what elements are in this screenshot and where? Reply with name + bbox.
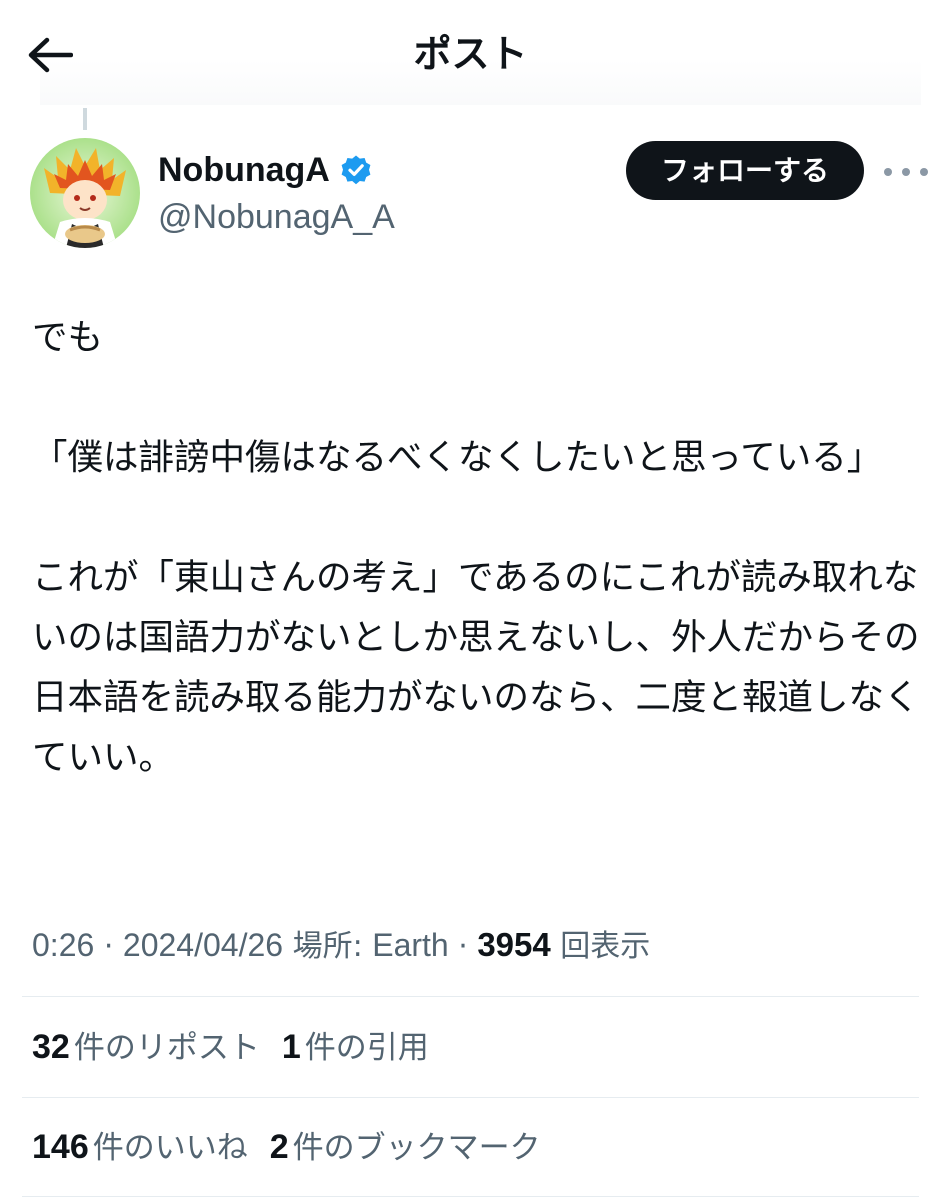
likes-stat[interactable]: 146 件のいいね [32, 1120, 248, 1175]
bookmarks-label: 件のブックマーク [292, 1130, 541, 1166]
follow-button[interactable]: フォローする [626, 141, 864, 200]
location-value: Earth [372, 927, 449, 963]
bookmarks-count: 2 [269, 1128, 289, 1166]
likes-count: 146 [32, 1128, 89, 1166]
views-label: 回表示 [550, 929, 651, 964]
author-handle[interactable]: @NobunagA_A [158, 195, 395, 239]
engagement-row-1: 32 件のリポスト 1 件の引用 [32, 1020, 451, 1075]
dot [884, 168, 892, 176]
top-bar: ポスト [0, 0, 941, 105]
likes-label: 件のいいね [92, 1130, 248, 1166]
page-title: ポスト [413, 32, 528, 76]
quotes-count: 1 [281, 1028, 301, 1066]
engagement-row-2: 146 件のいいね 2 件のブックマーク [32, 1120, 563, 1175]
quotes-stat[interactable]: 1 件の引用 [282, 1020, 429, 1075]
tweet-meta: 0:26 · 2024/04/26 場所: Earth · 3954 回表示 [32, 918, 650, 974]
avatar-illustration [30, 138, 140, 248]
author-display-name[interactable]: NobunagA [158, 148, 372, 192]
thread-connector-line [83, 108, 87, 130]
tweet-text: でも 「僕は誹謗中傷はなるべくなくしたいと思っている」 これが「東山さんの考え」… [32, 317, 920, 778]
tweet-time[interactable]: 0:26 [32, 927, 94, 963]
meta-separator: · [94, 929, 123, 964]
views-count: 3954 [477, 926, 551, 963]
reposts-label: 件のリポスト [73, 1030, 260, 1066]
divider [22, 1196, 919, 1197]
divider [22, 996, 919, 997]
more-dots-icon[interactable] [884, 152, 928, 192]
quotes-label: 件の引用 [304, 1030, 429, 1066]
reposts-count: 32 [32, 1028, 70, 1066]
verified-badge-icon [340, 154, 372, 186]
bookmarks-stat[interactable]: 2 件のブックマーク [270, 1120, 541, 1175]
location-label: 場所: [283, 929, 373, 964]
tweet-date[interactable]: 2024/04/26 [123, 927, 283, 963]
divider [22, 1097, 919, 1098]
avatar[interactable] [30, 138, 140, 248]
dot [920, 168, 928, 176]
meta-separator: · [448, 929, 478, 964]
dot [902, 168, 910, 176]
reposts-stat[interactable]: 32 件のリポスト [32, 1020, 260, 1075]
display-name-text: NobunagA [158, 151, 330, 189]
